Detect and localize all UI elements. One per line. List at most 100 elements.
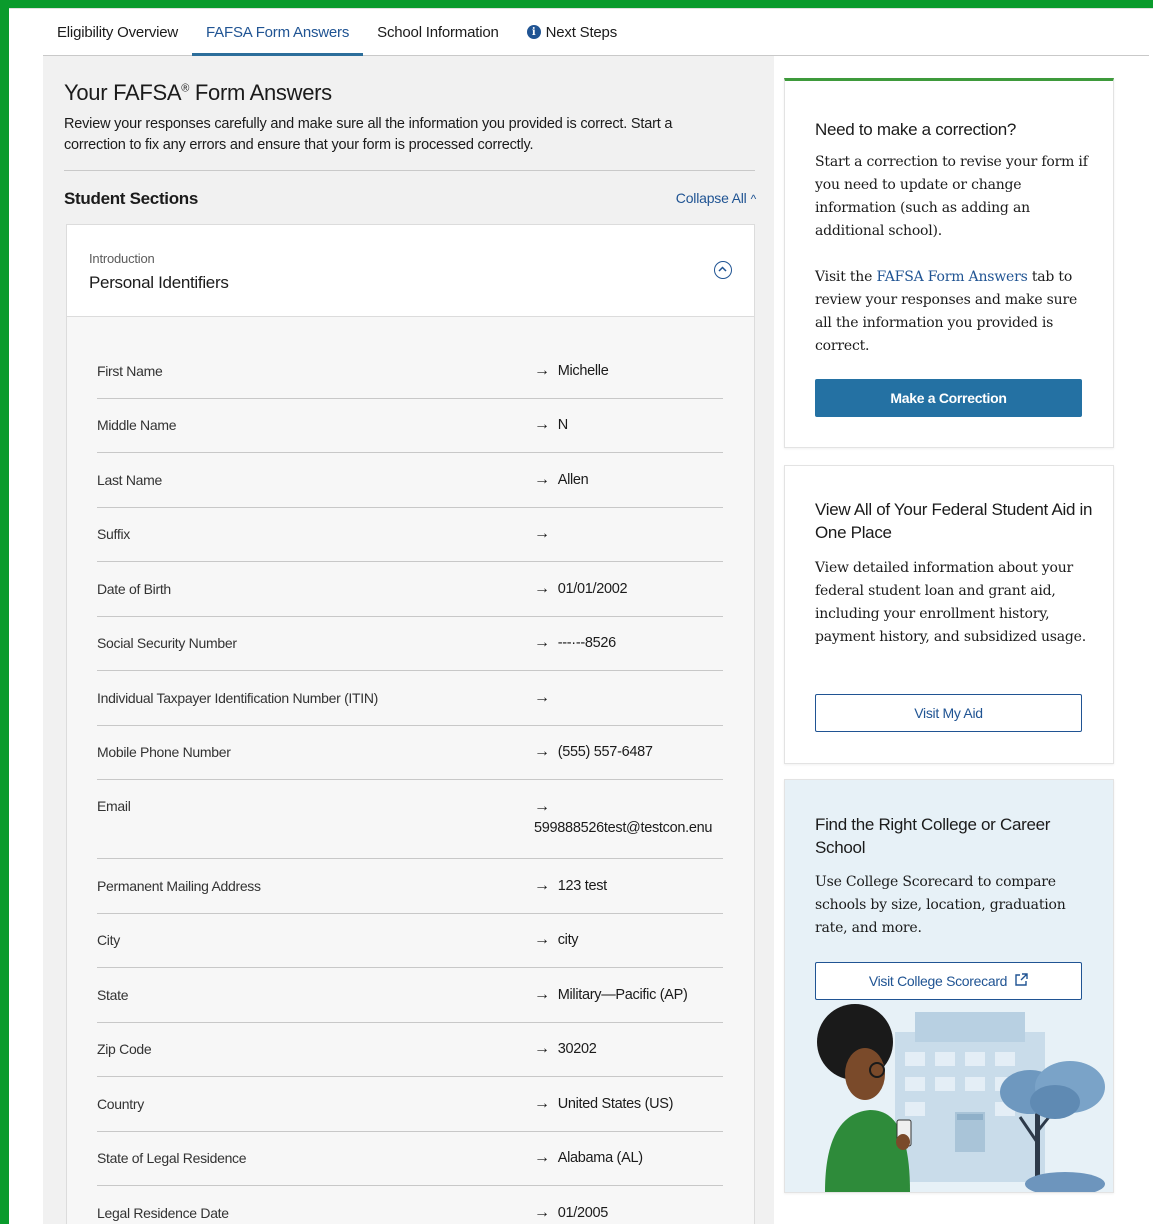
card-title: Need to make a correction? [815,120,1017,139]
answer-row-mobile-phone: Mobile Phone Number → (555) 557-6487 [97,726,723,780]
field-label: State of Legal Residence [97,1150,247,1167]
field-value-text: city [557,932,579,949]
tab-next-steps[interactable]: i Next Steps [513,9,631,55]
field-label: Legal Residence Date [97,1205,229,1222]
field-value: → [534,525,723,543]
field-label: First Name [97,362,163,379]
arrow-right-icon: → [534,470,550,488]
card-body: Start a correction to revise your form i… [815,154,1088,239]
field-value: → Military—Pacific (AP) [534,986,723,1004]
collapse-all-button[interactable]: Collapse All ^ [676,190,756,206]
answer-row-state: State → Military—Pacific (AP) [97,968,723,1023]
fafsa-form-answers-link[interactable]: FAFSA Form Answers [876,269,1027,285]
page-intro: Review your responses carefully and make… [64,116,673,153]
college-scorecard-card: Find the Right College or Career School … [784,779,1114,1193]
tab-eligibility-overview[interactable]: Eligibility Overview [43,9,192,55]
field-value: → 01/2005 [534,1204,723,1222]
field-label: Last Name [97,471,162,488]
answer-row-state-of-legal-residence: State of Legal Residence → Alabama (AL) [97,1132,723,1186]
answer-row-middle-name: Middle Name → N [97,399,723,453]
answer-row-last-name: Last Name → Allen [97,453,723,508]
answer-row-date-of-birth: Date of Birth → 01/01/2002 [97,562,723,617]
field-value-text: United States (US) [557,1095,674,1112]
button-label: Visit College Scorecard [868,973,1008,989]
field-value: → ---·--8526 [534,634,723,652]
field-value: → N [534,416,723,434]
field-label: State [97,986,129,1003]
app-frame: Eligibility Overview FAFSA Form Answers … [9,8,1153,1224]
tab-label: FAFSA Form Answers [206,23,350,41]
arrow-right-icon: → [534,985,550,1003]
field-label: Zip Code [97,1041,152,1058]
field-label: Email [97,798,131,814]
arrow-right-icon: → [534,579,550,597]
arrow-right-icon: → [534,1149,550,1167]
arrow-right-icon: → [534,1204,550,1222]
arrow-right-icon: → [534,416,550,434]
page-title-text: Your FAFSA [64,80,182,105]
field-label: Middle Name [97,417,177,434]
field-label: Date of Birth [97,580,171,597]
card-body-text: Visit the [815,269,877,285]
field-value-text: 01/01/2002 [557,580,628,597]
field-value: → 30202 [534,1040,723,1058]
visit-my-aid-button[interactable]: Visit My Aid [815,694,1082,732]
arrow-right-icon: → [534,931,550,949]
registered-mark: ® [181,82,190,95]
field-value: → (555) 557-6487 [534,743,723,761]
answer-row-suffix: Suffix → [97,508,723,562]
answer-row-country: Country → United States (US) [97,1077,723,1132]
field-value-text: Military—Pacific (AP) [557,986,688,1003]
collapse-toggle-icon[interactable] [714,261,732,279]
main-content: Your FAFSA® Form Answers Review your res… [43,56,774,1224]
tab-school-information[interactable]: School Information [363,9,512,55]
section-title: Student Sections [64,189,199,208]
tab-fafsa-form-answers[interactable]: FAFSA Form Answers [192,9,364,56]
field-value: → United States (US) [534,1095,723,1113]
info-icon: i [526,25,541,39]
card-title: View All of Your Federal Student Aid in … [815,500,1093,542]
tab-label: School Information [377,23,499,41]
arrow-right-icon: → [534,798,550,815]
card-body: Use College Scorecard to compare schools… [815,874,1066,936]
answer-row-first-name: First Name → Michelle [97,344,723,399]
field-value: → 599888526test@testcon.enu [534,798,723,836]
field-value-text: 30202 [557,1041,597,1058]
field-label: Country [97,1095,144,1112]
arrow-right-icon: → [534,876,550,894]
card-title: Find the Right College or Career School [815,815,1051,857]
my-aid-card: View All of Your Federal Student Aid in … [784,465,1114,764]
tab-label: Next Steps [545,23,618,41]
arrow-right-icon: → [534,525,550,543]
arrow-right-icon: → [534,688,550,706]
field-value: → Allen [534,471,723,489]
answer-row-zip-code: Zip Code → 30202 [97,1023,723,1077]
field-label: Social Security Number [97,635,237,652]
field-label: Permanent Mailing Address [97,877,261,894]
field-value-text: 123 test [557,877,608,894]
field-value-text: ---·--8526 [557,635,617,652]
field-value-text: 01/2005 [557,1205,609,1222]
tab-bar: Eligibility Overview FAFSA Form Answers … [43,9,1149,56]
arrow-right-icon: → [534,361,550,379]
correction-card: Need to make a correction? Start a corre… [784,78,1114,448]
answer-row-mailing-address: Permanent Mailing Address → 123 test [97,859,723,914]
make-correction-button[interactable]: Make a Correction [815,379,1082,417]
field-label: City [97,932,120,949]
field-value-text: 599888526test@testcon.enu [534,820,713,836]
page-title-suffix: Form Answers [189,80,332,105]
field-value: → [534,689,723,707]
field-value-text: Michelle [557,362,609,379]
accordion-header[interactable]: Introduction Personal Identifiers [67,225,754,317]
personal-identifiers-accordion: Introduction Personal Identifiers First … [66,224,755,1224]
field-value-text: (555) 557-6487 [557,744,653,761]
field-value-text: N [557,417,568,434]
external-link-icon [1014,972,1028,990]
arrow-right-icon: → [534,1094,550,1112]
student-campus-illustration [785,992,1113,1192]
field-value: → Michelle [534,362,723,380]
arrow-right-icon: → [534,1040,550,1058]
chevron-up-icon: ^ [750,192,757,206]
field-value-text: Allen [557,471,589,488]
field-label: Mobile Phone Number [97,744,231,761]
